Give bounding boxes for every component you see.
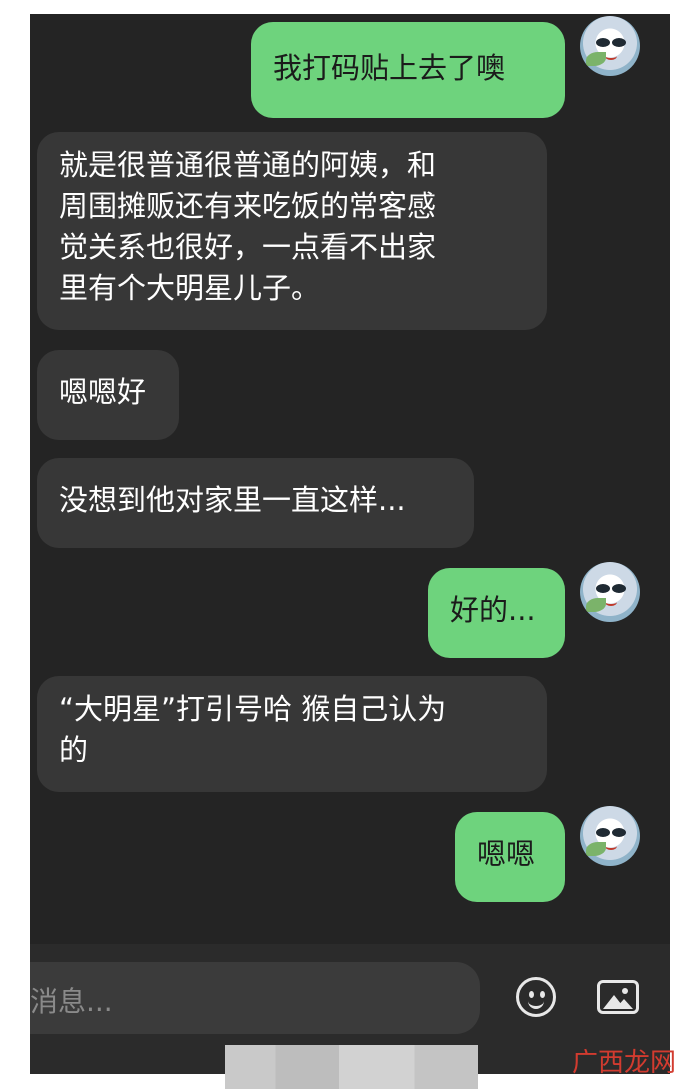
avatar-icon[interactable]	[580, 562, 640, 622]
message-input-placeholder: 消息...	[30, 985, 113, 1018]
message-bubble-incoming[interactable]: “大明星”打引号哈 猴自己认为 的	[37, 676, 547, 792]
message-bubble-outgoing[interactable]: 嗯嗯	[455, 812, 565, 902]
message-input[interactable]: 消息...	[30, 962, 480, 1034]
chat-screen: 我打码贴上去了噢 就是很普通很普通的阿姨，和 周围摊贩还有来吃饭的常客感 觉关系…	[30, 14, 670, 1074]
image-icon[interactable]	[597, 980, 639, 1014]
avatar-icon[interactable]	[580, 806, 640, 866]
message-bubble-incoming[interactable]: 就是很普通很普通的阿姨，和 周围摊贩还有来吃饭的常客感 觉关系也很好，一点看不出…	[37, 132, 547, 330]
message-bubble-outgoing[interactable]: 我打码贴上去了噢	[251, 22, 565, 118]
message-bubble-outgoing[interactable]: 好的...	[428, 568, 565, 658]
smiley-icon[interactable]	[516, 977, 556, 1017]
bottom-strip	[225, 1045, 478, 1089]
message-bubble-incoming[interactable]: 嗯嗯好	[37, 350, 179, 440]
message-bubble-incoming[interactable]: 没想到他对家里一直这样...	[37, 458, 474, 548]
watermark-logo: 广西龙网	[572, 1048, 677, 1078]
avatar-icon[interactable]	[580, 16, 640, 76]
